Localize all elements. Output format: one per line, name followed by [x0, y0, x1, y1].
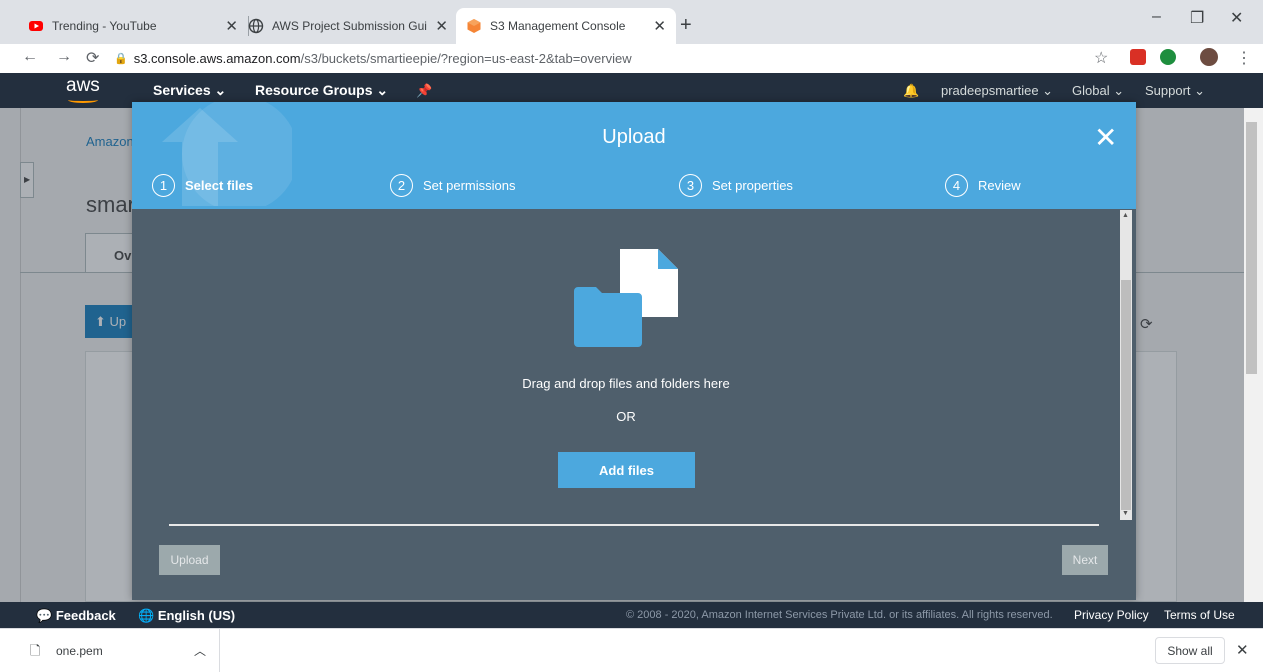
- extension-red-icon[interactable]: [1130, 49, 1146, 65]
- bookmark-star-icon[interactable]: ☆: [1094, 48, 1108, 68]
- services-menu[interactable]: Services ⌄: [153, 82, 226, 99]
- close-tab-icon[interactable]: ✕: [225, 17, 238, 35]
- step-number: 3: [679, 174, 702, 197]
- support-menu[interactable]: Support ⌄: [1145, 83, 1205, 99]
- terms-of-use-link[interactable]: Terms of Use: [1164, 608, 1235, 622]
- extension-green-icon[interactable]: [1160, 49, 1176, 65]
- download-filename: one.pem: [56, 644, 103, 658]
- drag-drop-hint: Drag and drop files and folders here: [522, 376, 730, 391]
- chrome-menu-icon[interactable]: ⋮: [1236, 48, 1252, 68]
- reload-icon[interactable]: ⟳: [86, 48, 99, 68]
- upload-modal-header: Upload ✕ 1 Select files 2 Set permission…: [132, 102, 1136, 209]
- chevron-up-icon[interactable]: ︿: [194, 642, 206, 659]
- lock-icon: 🔒: [114, 52, 128, 65]
- tab-title: AWS Project Submission Guide.p: [272, 19, 427, 33]
- tab-s3-console[interactable]: S3 Management Console ✕: [456, 8, 676, 44]
- or-separator: OR: [616, 409, 636, 424]
- step-number: 4: [945, 174, 968, 197]
- modal-scrollbar[interactable]: ▲ ▼: [1120, 210, 1132, 520]
- minimize-icon[interactable]: –: [1152, 8, 1161, 26]
- restore-icon[interactable]: ❐: [1190, 8, 1204, 28]
- upload-submit-button[interactable]: Upload: [159, 545, 220, 575]
- aws-s3-icon: [467, 19, 481, 33]
- globe-icon: [248, 18, 264, 34]
- pin-icon[interactable]: 📌: [416, 83, 432, 99]
- address-bar-row: ← → ⟳ 🔒 s3.console.aws.amazon.com/s3/buc…: [0, 44, 1263, 73]
- youtube-icon: [29, 21, 43, 31]
- browser-tab-strip: Trending - YouTube ✕ AWS Project Submiss…: [0, 0, 1263, 44]
- step-label: Set properties: [712, 178, 793, 193]
- new-tab-icon[interactable]: +: [680, 14, 692, 37]
- tab-youtube[interactable]: Trending - YouTube ✕: [18, 8, 248, 44]
- step-review[interactable]: 4 Review: [945, 174, 1021, 197]
- modal-title: Upload: [602, 126, 666, 148]
- profile-avatar[interactable]: [1200, 48, 1218, 66]
- aws-footer: 💬 Feedback 🌐 English (US) © 2008 - 2020,…: [0, 602, 1263, 628]
- close-tab-icon[interactable]: ✕: [435, 17, 448, 35]
- step-label: Review: [978, 178, 1021, 193]
- file-icon: 🗋: [30, 643, 41, 658]
- aws-logo-smile: [68, 97, 98, 103]
- url-host: s3.console.aws.amazon.com: [133, 50, 301, 66]
- window-close-icon[interactable]: ✕: [1230, 8, 1243, 28]
- aws-logo[interactable]: aws: [66, 75, 100, 97]
- download-item[interactable]: 🗋 one.pem ︿: [0, 629, 220, 672]
- file-folder-icon: [574, 249, 678, 347]
- close-icon[interactable]: ✕: [1094, 124, 1117, 152]
- step-number: 1: [152, 174, 175, 197]
- page-scrollbar[interactable]: [1244, 108, 1263, 602]
- step-label: Set permissions: [423, 178, 516, 193]
- copyright-text: © 2008 - 2020, Amazon Internet Services …: [626, 609, 1053, 621]
- step-select-files[interactable]: 1 Select files: [152, 174, 253, 197]
- resource-groups-menu[interactable]: Resource Groups ⌄: [255, 82, 388, 99]
- bell-icon[interactable]: 🔔: [903, 83, 919, 99]
- upload-modal: Upload ✕ 1 Select files 2 Set permission…: [132, 102, 1136, 600]
- add-files-button[interactable]: Add files: [558, 452, 695, 488]
- url-bar[interactable]: 🔒 s3.console.aws.amazon.com/s3/buckets/s…: [114, 45, 1124, 71]
- step-set-properties[interactable]: 3 Set properties: [679, 174, 793, 197]
- privacy-policy-link[interactable]: Privacy Policy: [1074, 608, 1149, 622]
- forward-icon[interactable]: →: [56, 48, 72, 66]
- close-tab-icon[interactable]: ✕: [653, 17, 666, 35]
- tab-aws-guide[interactable]: AWS Project Submission Guide.p ✕: [238, 8, 458, 44]
- url-path: /s3/buckets/smartieepie/?region=us-east-…: [300, 50, 632, 66]
- step-set-permissions[interactable]: 2 Set permissions: [390, 174, 515, 197]
- tab-title: Trending - YouTube: [52, 19, 157, 33]
- language-selector[interactable]: 🌐 English (US): [138, 608, 235, 624]
- close-download-bar-icon[interactable]: ✕: [1236, 641, 1249, 659]
- region-menu[interactable]: Global ⌄: [1072, 83, 1124, 99]
- feedback-link[interactable]: 💬 Feedback: [36, 608, 116, 624]
- download-bar: 🗋 one.pem ︿ Show all ✕: [0, 628, 1263, 672]
- step-number: 2: [390, 174, 413, 197]
- back-icon[interactable]: ←: [22, 48, 38, 66]
- account-menu[interactable]: pradeepsmartiee ⌄: [941, 83, 1053, 99]
- step-label: Select files: [185, 178, 253, 193]
- show-all-button[interactable]: Show all: [1155, 637, 1225, 664]
- upload-modal-body: ▲ ▼ Drag and drop files and folders here…: [132, 209, 1136, 600]
- tab-title: S3 Management Console: [490, 19, 626, 33]
- next-button[interactable]: Next: [1062, 545, 1108, 575]
- footer-divider: [169, 524, 1099, 526]
